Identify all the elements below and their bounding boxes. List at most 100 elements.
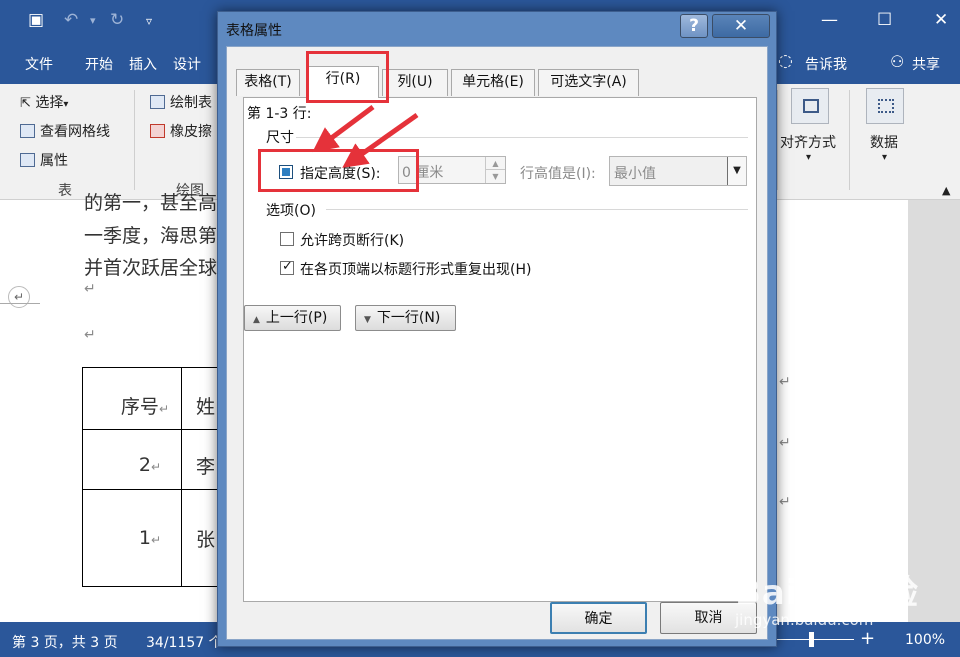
table-cell[interactable]: 序号↵ bbox=[82, 367, 182, 430]
watermark-url: jingyan.baidu.com bbox=[735, 611, 874, 629]
table-cell[interactable]: 1↵ bbox=[82, 489, 182, 587]
undo-dropdown-icon[interactable]: ▾ bbox=[90, 14, 96, 27]
minimize-window-icon[interactable]: — bbox=[821, 10, 838, 30]
row-end-mark: ↵ bbox=[779, 374, 791, 390]
document-line: 的第一，甚至高 bbox=[84, 192, 218, 214]
draw-table-button[interactable]: 绘制表 bbox=[150, 92, 212, 112]
select-button[interactable]: ⇱ 选择▾ bbox=[20, 92, 68, 112]
spin-down-icon[interactable]: ▼ bbox=[485, 170, 505, 183]
properties-icon bbox=[20, 153, 35, 167]
height-highlight-box bbox=[258, 149, 419, 192]
repeat-header-label: 在各页顶端以标题行形式重复出现(H) bbox=[300, 262, 532, 278]
document-line: 并首次跃居全球 bbox=[84, 257, 218, 279]
cell-mark: ↵ bbox=[150, 460, 161, 474]
chevron-down-icon: ▾ bbox=[806, 152, 812, 163]
dialog-body: 表格(T) 行(R) 列(U) 单元格(E) 可选文字(A) 第 1-3 行: … bbox=[226, 46, 768, 640]
row-height-is-label: 行高值是(I): bbox=[520, 166, 596, 182]
cell-mark: ↵ bbox=[150, 533, 161, 547]
redo-icon[interactable]: ↻ bbox=[110, 10, 124, 30]
maximize-window-icon[interactable]: ☐ bbox=[877, 10, 892, 30]
table-cell[interactable]: 姓 bbox=[181, 367, 222, 430]
properties-button[interactable]: 属性 bbox=[20, 150, 68, 170]
tab-column[interactable]: 列(U) bbox=[382, 69, 448, 96]
row-end-mark: ↵ bbox=[779, 494, 791, 510]
person-icon: ⚇ bbox=[890, 52, 905, 71]
save-icon[interactable]: ▣ bbox=[28, 10, 44, 30]
help-button[interactable]: ? bbox=[680, 14, 708, 38]
watermark-brand: Baidu经验 bbox=[735, 573, 920, 613]
table-row: 1↵ 张 bbox=[82, 489, 222, 587]
row-end-mark: ↵ bbox=[779, 435, 791, 451]
data-icon bbox=[878, 99, 894, 113]
tab-design[interactable]: 设计 bbox=[173, 54, 201, 74]
table-cell[interactable]: 张 bbox=[181, 489, 222, 587]
allow-break-checkbox[interactable] bbox=[280, 232, 294, 246]
section-divider bbox=[296, 137, 748, 138]
tab-alt-text[interactable]: 可选文字(A) bbox=[538, 69, 639, 96]
table-cell[interactable]: 李 bbox=[181, 429, 222, 490]
paragraph-marker-icon: ↵ bbox=[8, 286, 30, 308]
alignment-icon bbox=[803, 99, 819, 113]
table-row: 序号↵ 姓 bbox=[82, 367, 222, 430]
tab-insert[interactable]: 插入 bbox=[129, 54, 157, 74]
baidu-watermark-logo: Baidu经验 jingyan.baidu.com bbox=[735, 565, 919, 629]
close-window-icon[interactable]: ✕ bbox=[934, 10, 948, 30]
table-cell[interactable]: 2↵ bbox=[82, 429, 182, 490]
eraser-icon bbox=[150, 124, 165, 138]
size-section-label: 尺寸 bbox=[266, 130, 294, 146]
row-height-select[interactable]: 最小值 ▼ bbox=[609, 156, 747, 186]
allow-break-label: 允许跨页断行(K) bbox=[300, 233, 405, 249]
undo-icon[interactable]: ↶ bbox=[64, 10, 78, 30]
pencil-table-icon bbox=[150, 95, 165, 109]
spin-up-icon[interactable]: ▲ bbox=[485, 157, 505, 170]
tab-cell[interactable]: 单元格(E) bbox=[451, 69, 535, 96]
ok-button[interactable]: 确定 bbox=[550, 602, 647, 634]
lightbulb-icon: ◌ bbox=[778, 51, 793, 71]
chevron-down-icon: ▾ bbox=[882, 152, 888, 163]
zoom-in-icon[interactable]: + bbox=[860, 628, 875, 649]
tab-highlight-box bbox=[306, 51, 389, 103]
cell-mark: ↵ bbox=[158, 401, 169, 416]
view-gridlines-button[interactable]: 查看网格线 bbox=[20, 121, 110, 141]
margin-line bbox=[0, 303, 40, 304]
document-table[interactable]: 序号↵ 姓 2↵ 李 1↵ 张 bbox=[82, 367, 222, 587]
ribbon-separator bbox=[134, 90, 135, 190]
eraser-button[interactable]: 橡皮擦 bbox=[150, 121, 212, 141]
repeat-header-checkbox[interactable] bbox=[280, 259, 294, 275]
tell-me-box[interactable]: 告诉我 bbox=[805, 54, 847, 74]
page-count[interactable]: 第 3 页，共 3 页 bbox=[12, 632, 118, 652]
next-row-button[interactable]: ▼ 下一行(N) bbox=[355, 305, 456, 331]
zoom-level[interactable]: 100% bbox=[905, 632, 945, 648]
tab-table[interactable]: 表格(T) bbox=[236, 69, 300, 96]
collapse-ribbon-icon[interactable]: ▲ bbox=[942, 184, 950, 197]
zoom-slider-thumb[interactable] bbox=[809, 632, 814, 647]
tab-file[interactable]: 文件 bbox=[25, 54, 53, 74]
close-button[interactable]: ✕ bbox=[712, 14, 770, 38]
table-properties-dialog: 表格属性 ? ✕ 表格(T) 行(R) 列(U) 单元格(E) 可选文字(A) … bbox=[217, 11, 777, 647]
previous-row-button[interactable]: ▲ 上一行(P) bbox=[244, 305, 341, 331]
document-background bbox=[908, 200, 960, 622]
down-triangle-icon: ▼ bbox=[364, 315, 371, 325]
ribbon-separator bbox=[777, 90, 778, 190]
pointer-icon: ⇱ bbox=[20, 96, 31, 111]
ribbon-separator bbox=[849, 90, 850, 190]
data-button[interactable] bbox=[866, 88, 904, 124]
chevron-down-icon[interactable]: ▼ bbox=[727, 157, 746, 185]
row-height-option: 最小值 bbox=[614, 166, 656, 182]
paragraph-mark: ↵ bbox=[84, 281, 96, 297]
dialog-title: 表格属性 bbox=[226, 23, 282, 39]
rows-label: 第 1-3 行: bbox=[247, 106, 312, 122]
grid-icon bbox=[20, 124, 35, 138]
section-divider bbox=[326, 209, 748, 210]
up-triangle-icon: ▲ bbox=[253, 315, 260, 325]
options-section-label: 选项(O) bbox=[266, 203, 316, 219]
paragraph-mark: ↵ bbox=[84, 327, 96, 343]
row-tab-panel: 第 1-3 行: 尺寸 指定高度(S): 0 厘米 ▲ ▼ 行高值是(I): 最… bbox=[243, 97, 757, 602]
word-count[interactable]: 34/1157 个 bbox=[146, 632, 223, 652]
alignment-button[interactable] bbox=[791, 88, 829, 124]
tab-home[interactable]: 开始 bbox=[85, 54, 113, 74]
share-button[interactable]: 共享 bbox=[912, 54, 940, 74]
chevron-down-icon: ▾ bbox=[63, 99, 69, 110]
table-row: 2↵ 李 bbox=[82, 429, 222, 490]
customize-toolbar-icon[interactable]: ▿ bbox=[146, 14, 152, 28]
